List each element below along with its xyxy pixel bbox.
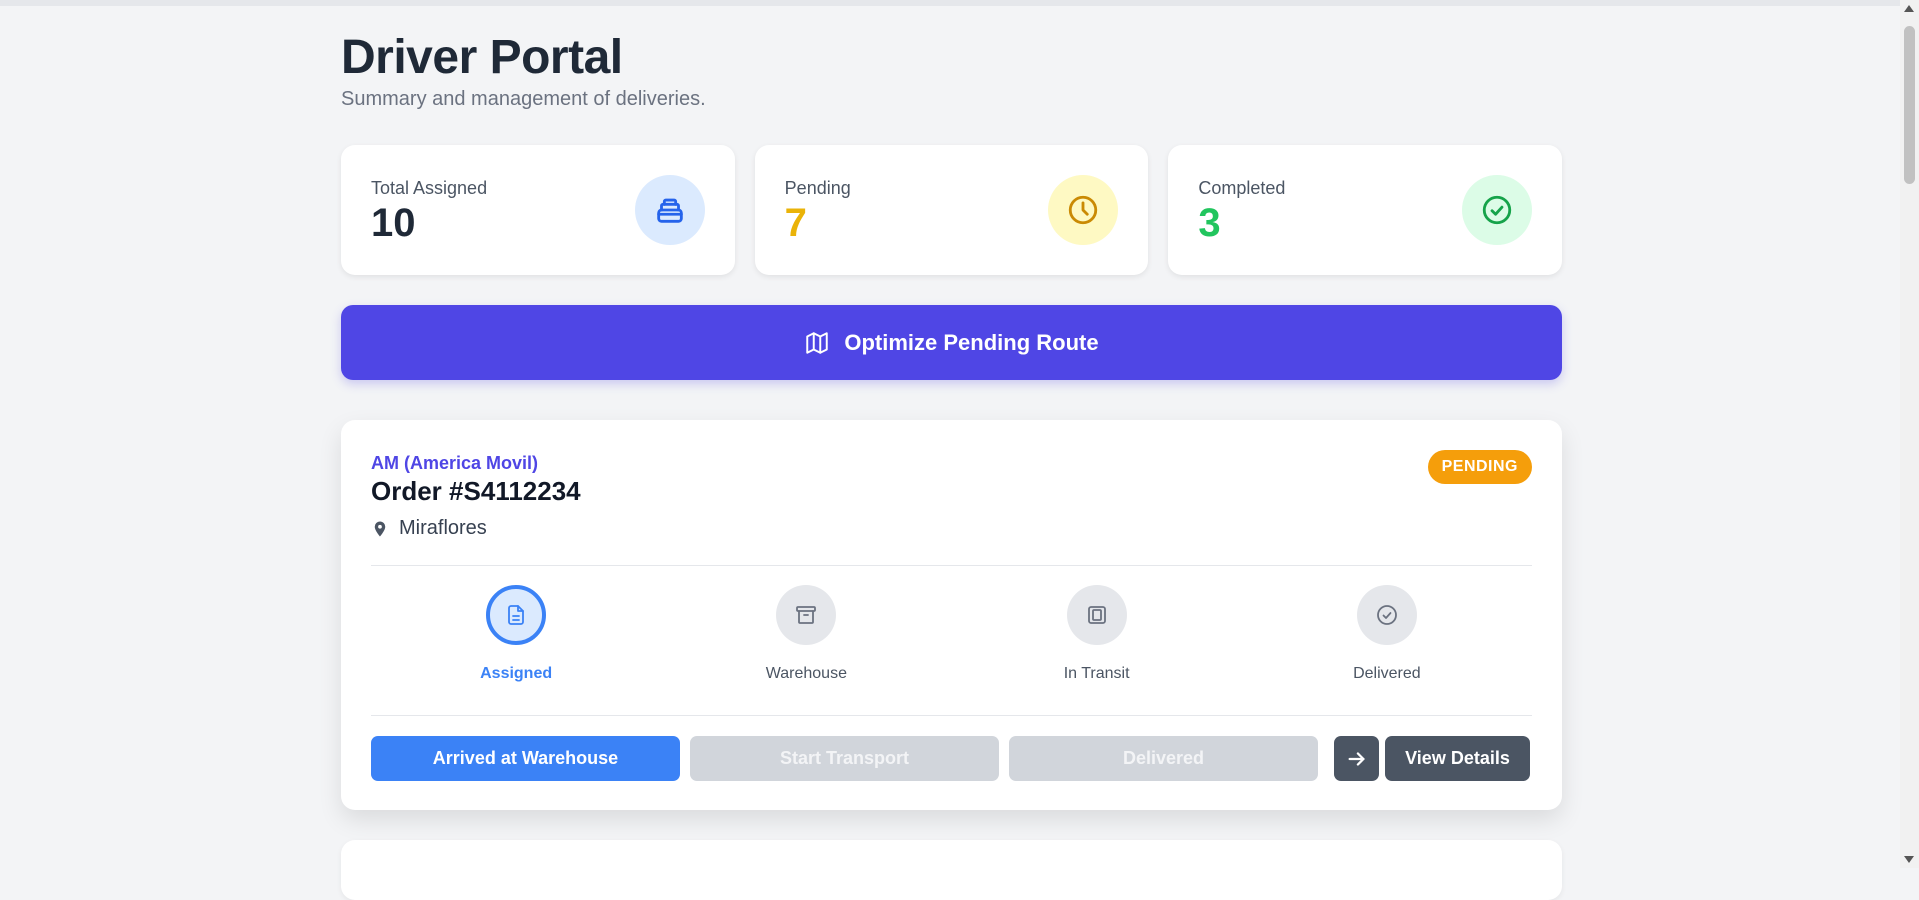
order-actions: Arrived at Warehouse Start Transport Del… [371,736,1532,781]
inbox-stack-icon [634,175,705,245]
page-subtitle: Summary and management of deliveries. [341,88,706,110]
optimize-route-button[interactable]: Optimize Pending Route [341,305,1562,380]
top-border [0,0,1900,6]
stat-card-completed: Completed 3 [1168,145,1563,275]
stat-label: Total Assigned [371,178,488,198]
view-details-button[interactable]: View Details [1385,736,1530,781]
order-location: Miraflores [371,517,487,540]
step-label: Warehouse [765,665,847,682]
page-title: Driver Portal [341,31,623,84]
stats-row: Total Assigned 10 Pending 7 Completed 3 [341,145,1563,275]
check-circle-icon [1462,175,1533,245]
optimize-route-label: Optimize Pending Route [844,329,1099,355]
scroll-down-arrow-icon[interactable] [1904,856,1914,863]
scroll-up-arrow-icon[interactable] [1904,5,1914,12]
order-card-next [341,840,1562,900]
map-pin-icon [371,520,389,538]
step-label: Assigned [480,665,553,682]
step-assigned: Assigned [371,585,661,683]
scrollbar-thumb[interactable] [1904,26,1915,184]
archive-box-icon [776,585,837,645]
start-transport-button[interactable]: Start Transport [690,736,999,781]
clock-icon [1048,175,1119,245]
arrow-right-button[interactable] [1334,736,1379,781]
step-label: In Transit [1063,665,1130,682]
stat-value: 3 [1198,201,1221,245]
divider [371,565,1532,566]
stat-value: 10 [371,201,416,245]
document-icon [486,585,547,645]
divider [371,715,1532,716]
stat-value: 7 [784,201,807,245]
delivered-button[interactable]: Delivered [1009,736,1318,781]
progress-steps: Assigned Warehouse In Transit Delivered [371,585,1532,683]
stat-card-total-assigned: Total Assigned 10 [341,145,735,275]
arrow-right-icon [1348,751,1365,766]
order-company: AM (America Movil) [371,453,539,473]
step-warehouse: Warehouse [661,585,951,683]
step-delivered: Delivered [1242,585,1532,683]
step-label: Delivered [1353,665,1421,682]
map-icon [804,330,830,356]
stat-label: Pending [784,178,851,198]
status-badge: PENDING [1427,450,1532,484]
order-card: AM (America Movil) Order #S4112234 Miraf… [341,420,1562,810]
step-in-transit: In Transit [952,585,1242,683]
stat-card-pending: Pending 7 [754,145,1149,275]
truck-icon [1066,585,1127,645]
vertical-scrollbar[interactable] [1900,0,1919,868]
stat-label: Completed [1198,178,1286,198]
order-title: Order #S4112234 [371,476,581,506]
location-label: Miraflores [399,517,487,539]
check-circle-icon [1356,585,1417,645]
arrived-at-warehouse-button[interactable]: Arrived at Warehouse [371,736,680,781]
